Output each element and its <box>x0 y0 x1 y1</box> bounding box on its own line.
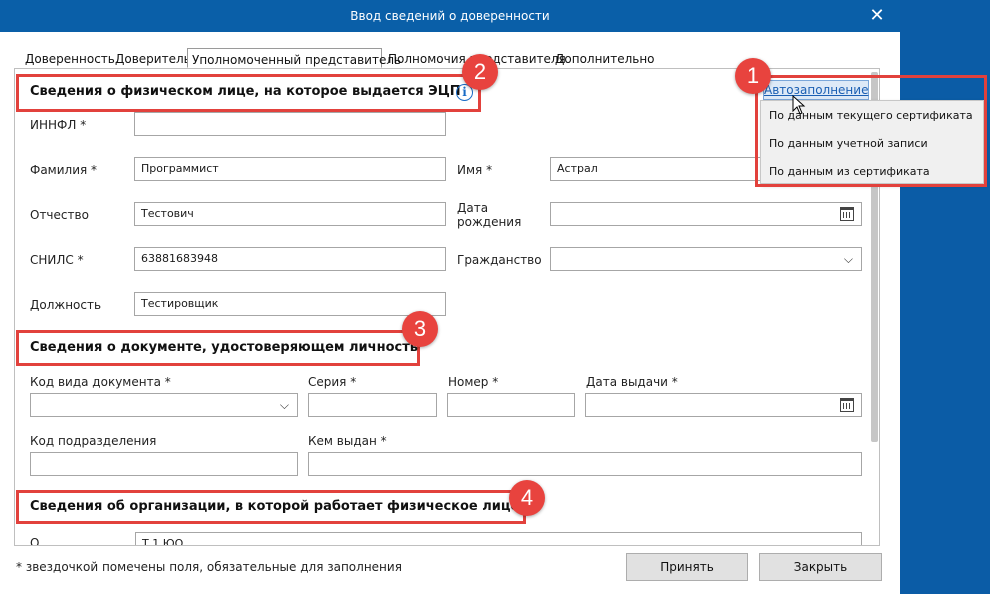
citizenship-label: Гражданство <box>457 253 542 267</box>
number-input[interactable] <box>447 393 575 417</box>
birthdate-label-line2: рождения <box>457 215 522 229</box>
patronymic-input[interactable]: Тестович <box>134 202 446 226</box>
birthdate-label-line1: Дата <box>457 201 489 215</box>
highlight-box-autofill <box>755 75 987 187</box>
badge-4: 4 <box>509 480 545 516</box>
issued-by-input[interactable] <box>308 452 862 476</box>
surname-label: Фамилия * <box>30 163 98 177</box>
surname-input[interactable]: Программист <box>134 157 446 181</box>
org-name-input[interactable]: Т 1 ЮО <box>135 532 862 545</box>
badge-2: 2 <box>462 54 498 90</box>
badge-3: 3 <box>402 311 438 347</box>
badge-1: 1 <box>735 58 771 94</box>
tab-principal[interactable]: Доверитель <box>111 48 195 68</box>
doc-type-code-label: Код вида документа * <box>30 375 171 389</box>
close-button[interactable]: Закрыть <box>759 553 882 581</box>
org-row-clipped: О Т 1 ЮО <box>15 530 879 545</box>
window-titlebar: Ввод сведений о доверенности ✕ <box>0 0 900 32</box>
issued-by-label: Кем выдан * <box>308 434 387 448</box>
section-title-organization: Сведения об организации, в которой работ… <box>30 499 520 514</box>
tab-authorized-representative[interactable]: Уполномоченный представитель <box>187 48 401 68</box>
org-name-label: О <box>30 536 40 545</box>
chevron-down-icon[interactable]: ⌵ <box>280 394 289 416</box>
department-code-label: Код подразделения <box>30 434 157 448</box>
department-code-input[interactable] <box>30 452 298 476</box>
tab-power-of-attorney[interactable]: Доверенность <box>21 48 119 68</box>
mouse-pointer-icon <box>792 95 806 115</box>
innfl-label: ИННФЛ * <box>30 118 87 132</box>
accept-button[interactable]: Принять <box>626 553 748 581</box>
close-icon[interactable]: ✕ <box>862 2 892 30</box>
patronymic-label: Отчество <box>30 208 89 222</box>
issue-date-label: Дата выдачи * <box>586 375 678 389</box>
position-input[interactable]: Тестировщик <box>134 292 446 316</box>
innfl-input[interactable] <box>134 112 446 136</box>
birthdate-picker[interactable] <box>550 202 862 226</box>
doc-type-code-select[interactable]: ⌵ <box>30 393 298 417</box>
snils-label: СНИЛС * <box>30 253 84 267</box>
citizenship-select[interactable]: ⌵ <box>550 247 862 271</box>
snils-input[interactable]: 63881683948 <box>134 247 446 271</box>
tab-additional[interactable]: Дополнительно <box>551 48 659 68</box>
window-title: Ввод сведений о доверенности <box>350 9 550 23</box>
series-label: Серия * <box>308 375 357 389</box>
section-title-person: Сведения о физическом лице, на которое в… <box>30 84 461 99</box>
series-input[interactable] <box>308 393 437 417</box>
position-label: Должность <box>30 298 102 312</box>
calendar-icon[interactable] <box>840 207 854 221</box>
number-label: Номер * <box>448 375 499 389</box>
name-label: Имя * <box>457 163 493 177</box>
section-title-document: Сведения о документе, удостоверяющем лич… <box>30 340 418 355</box>
calendar-icon[interactable] <box>840 398 854 412</box>
issue-date-picker[interactable] <box>585 393 862 417</box>
required-fields-note: * звездочкой помечены поля, обязательные… <box>16 560 402 574</box>
chevron-down-icon[interactable]: ⌵ <box>844 248 853 270</box>
